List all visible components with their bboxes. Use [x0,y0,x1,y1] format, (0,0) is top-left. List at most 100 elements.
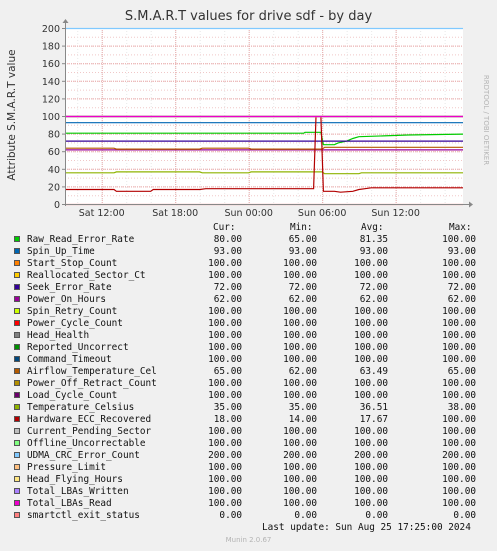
legend-avg-value: 100.00 [354,342,388,353]
y-tick-label: 80 [48,130,60,141]
legend-row: Head_Flying_Hours 100.00 100.00 100.00 100.0… [0,474,497,486]
legend-min-value: 100.00 [283,318,317,329]
legend-min-value: 62.00 [288,366,317,377]
legend-min-value: 100.00 [283,306,317,317]
legend-swatch [14,452,20,458]
legend-row: Power_On_Hours 62.00 62.00 62.00 62.00 [0,294,497,306]
legend-min-value: 100.00 [283,438,317,449]
legend-row: Head_Health 100.00 100.00 100.00 100.00 [0,330,497,342]
y-tick-label: 20 [48,182,60,193]
legend-swatch [14,260,20,266]
legend-swatch [14,428,20,434]
legend-avg-value: 100.00 [354,498,388,509]
legend-row: Temperature_Celsius 35.00 35.00 36.51 38.00 [0,402,497,414]
legend-series-name: Hardware_ECC_Recovered [27,414,152,425]
legend-max-value: 100.00 [442,306,476,317]
legend-series-name: Head_Health [27,330,90,341]
legend-row: Start_Stop_Count 100.00 100.00 100.00 100.00 [0,258,497,270]
legend-min-value: 0.00 [294,510,317,521]
legend-avg-value: 100.00 [354,474,388,485]
legend-avg-value: 62.00 [359,294,388,305]
header-cur: Cur: [213,222,236,233]
legend-cur-value: 35.00 [213,402,242,413]
legend-avg-value: 100.00 [354,318,388,329]
legend-max-value: 62.00 [447,294,476,305]
legend-series-name: smartctl_exit_status [27,510,140,521]
legend-min-value: 100.00 [283,474,317,485]
legend-max-value: 93.00 [447,246,476,257]
legend-cur-value: 100.00 [208,306,242,317]
legend-series-name: Spin_Retry_Count [27,306,118,317]
legend-swatch [14,344,20,350]
legend-cur-value: 93.00 [213,246,242,257]
legend-min-value: 100.00 [283,378,317,389]
legend-min-value: 65.00 [288,234,317,245]
legend-max-value: 100.00 [442,486,476,497]
x-axis-arrow [469,201,473,208]
y-tick-label: 200 [42,24,60,35]
legend-avg-value: 100.00 [354,426,388,437]
y-tick-label: 60 [48,147,60,158]
legend-avg-value: 17.67 [359,414,388,425]
legend-avg-value: 72.00 [359,282,388,293]
legend-row: Airflow_Temperature_Cel 65.00 62.00 63.49 65… [0,366,497,378]
legend-series-name: Total_LBAs_Read [27,498,112,509]
legend-avg-value: 100.00 [354,462,388,473]
legend-series-name: Power_Off_Retract_Count [27,378,157,389]
legend-min-value: 62.00 [288,294,317,305]
legend-series-name: Pressure_Limit [27,462,107,473]
x-tick-label: Sun 00:00 [224,208,272,219]
legend-cur-value: 0.00 [219,510,242,521]
legend-row: Seek_Error_Rate 72.00 72.00 72.00 72.00 [0,282,497,294]
legend-series-name: Total_LBAs_Written [27,486,129,497]
last-update: Last update: Sun Aug 25 17:25:00 2024 [262,522,471,533]
legend-avg-value: 100.00 [354,486,388,497]
legend-min-value: 100.00 [283,390,317,401]
legend-swatch [14,236,20,242]
legend-min-value: 14.00 [288,414,317,425]
legend-series-name: Offline_Uncorrectable [27,438,146,449]
header-min: Min: [290,222,313,233]
legend-series-name: Head_Flying_Hours [27,474,123,485]
legend-min-value: 100.00 [283,258,317,269]
legend-avg-value: 100.00 [354,378,388,389]
y-tick-label: 140 [42,77,60,88]
legend-row: Reallocated_Sector_Ct 100.00 100.00 100.00 1… [0,270,497,282]
legend-max-value: 100.00 [442,378,476,389]
legend-row: Pressure_Limit 100.00 100.00 100.00 100.00 [0,462,497,474]
legend-max-value: 0.00 [453,510,476,521]
legend-swatch [14,368,20,374]
legend-cur-value: 100.00 [208,390,242,401]
legend-max-value: 65.00 [447,366,476,377]
legend-avg-value: 100.00 [354,330,388,341]
legend-series-name: Command_Timeout [27,354,112,365]
legend-max-value: 100.00 [442,498,476,509]
legend-avg-value: 81.35 [359,234,388,245]
legend-series-name: UDMA_CRC_Error_Count [27,450,140,461]
legend-max-value: 100.00 [442,270,476,281]
legend-series-name: Spin_Up_Time [27,246,95,257]
plot-area: 0 20 40 60 80 100 120 140 160 180 200 Sat 12:00 Sat … [42,19,473,219]
legend-swatch [14,356,20,362]
legend-min-value: 35.00 [288,402,317,413]
legend-avg-value: 93.00 [359,246,388,257]
legend-min-value: 100.00 [283,354,317,365]
legend-max-value: 100.00 [442,258,476,269]
y-tick-label: 180 [42,42,60,53]
legend-swatch [14,416,20,422]
legend-min-value: 100.00 [283,462,317,473]
y-tick-label: 40 [48,165,60,176]
legend-series-name: Reported_Uncorrect [27,342,129,353]
legend-swatch [14,512,20,518]
y-tick-label: 120 [42,94,60,105]
legend-min-value: 100.00 [283,426,317,437]
y-tick-label: 100 [42,112,60,123]
legend-min-value: 100.00 [283,342,317,353]
legend-swatch [14,440,20,446]
legend-row: Load_Cycle_Count 100.00 100.00 100.00 100.00 [0,390,497,402]
legend-row: Reported_Uncorrect 100.00 100.00 100.00 100.… [0,342,497,354]
legend-max-value: 200.00 [442,450,476,461]
legend-avg-value: 100.00 [354,438,388,449]
legend-cur-value: 72.00 [213,282,242,293]
legend-cur-value: 100.00 [208,354,242,365]
